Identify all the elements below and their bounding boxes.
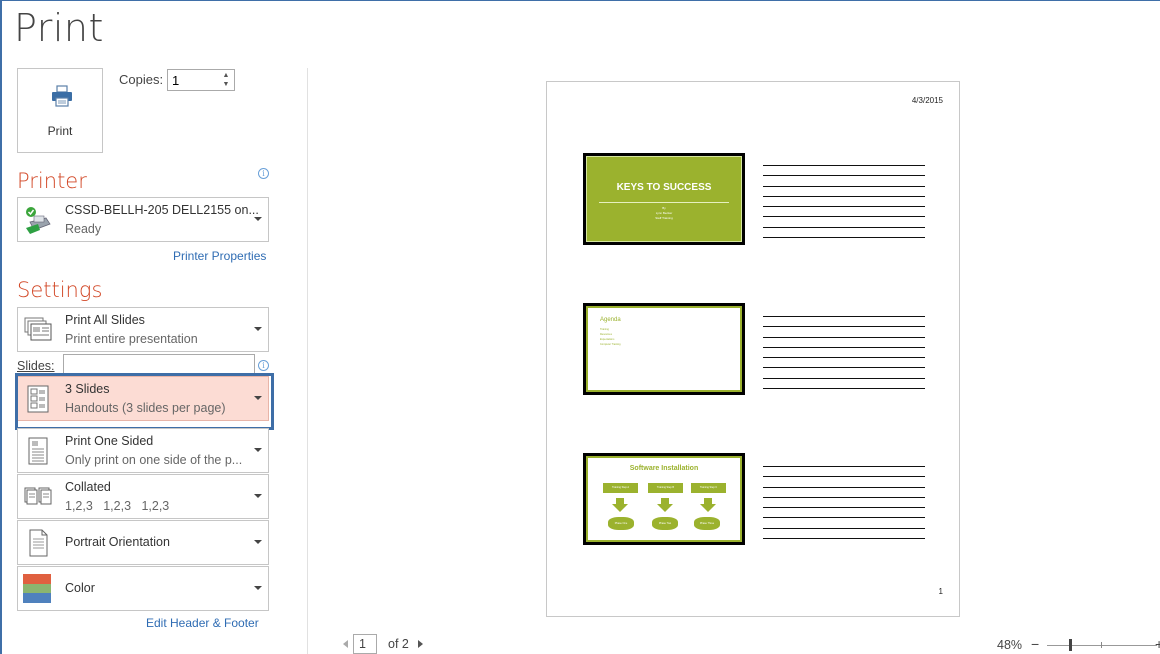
zoom-slider-midmark — [1101, 642, 1102, 648]
print-range-subtitle: Print entire presentation — [65, 332, 198, 346]
down-arrow-icon — [700, 498, 716, 512]
down-arrow-icon — [612, 498, 628, 512]
slides-info-icon[interactable]: i — [258, 360, 269, 371]
zoom-slider-track[interactable] — [1047, 645, 1157, 646]
printer-icon — [52, 85, 72, 107]
chevron-down-icon — [254, 494, 262, 498]
handouts-icon — [27, 385, 49, 413]
slide-2-bullet-3: Expectations — [600, 338, 615, 341]
slide-3-arrows — [612, 498, 716, 512]
preview-date: 4/3/2015 — [911, 96, 943, 105]
orientation-title: Portrait Orientation — [65, 535, 170, 549]
current-page-field[interactable]: 1 — [353, 634, 377, 654]
copies-field[interactable]: ▲▼ — [167, 69, 235, 91]
printer-dropdown[interactable]: CSSD-BELLH-205 DELL2155 on... Ready — [17, 197, 269, 242]
print-range-title: Print All Slides — [65, 313, 145, 327]
chevron-down-icon — [254, 448, 262, 452]
slide-thumbnail-2: Agenda Training Resources Expectations C… — [583, 303, 745, 395]
print-button[interactable]: Print — [17, 68, 103, 153]
slide-2-bullet-2: Resources — [600, 333, 612, 336]
slide-3-oval-2: Phase Two — [652, 517, 678, 530]
layout-title: 3 Slides — [65, 382, 110, 396]
slides-label: Slides: — [17, 359, 55, 373]
chevron-down-icon — [254, 586, 262, 590]
slide-1-subtitle-3: Staff Training — [655, 216, 673, 220]
slide-3-box-3: Training Step C — [691, 483, 726, 493]
all-slides-icon — [24, 317, 52, 341]
color-title: Color — [65, 581, 95, 595]
color-swatch-icon — [23, 574, 51, 603]
chevron-down-icon — [254, 327, 262, 331]
printer-properties-link[interactable]: Printer Properties — [173, 249, 266, 263]
printer-status-icon — [26, 207, 51, 234]
slide-3-oval-1: Phase One — [608, 517, 634, 530]
page-count-label: of 2 — [388, 637, 409, 651]
slides-field[interactable] — [63, 354, 255, 376]
info-icon[interactable]: i — [258, 168, 269, 179]
printer-name: CSSD-BELLH-205 DELL2155 on... — [65, 203, 259, 217]
portrait-icon — [29, 529, 48, 557]
zoom-in-button[interactable]: + — [1155, 636, 1160, 652]
panel-divider — [307, 68, 308, 654]
slide-2-bullet-4: Computer Training — [600, 343, 621, 346]
print-preview-page: 4/3/2015 KEYS TO SUCCESS By Lynn Becker … — [546, 81, 960, 617]
sides-title: Print One Sided — [65, 434, 154, 448]
slide-3-title: Software Installation — [629, 465, 699, 472]
print-button-label: Print — [47, 124, 73, 138]
one-sided-icon — [28, 437, 48, 465]
copies-spinner[interactable]: ▲ ▼ — [220, 71, 232, 89]
slide-3-box-1: Training Step A — [603, 483, 638, 493]
slide-2-title: Agenda — [600, 317, 621, 323]
chevron-down-icon — [254, 540, 262, 544]
next-page-icon[interactable] — [418, 640, 423, 648]
edit-header-footer-link[interactable]: Edit Header & Footer — [146, 616, 259, 630]
preview-page-number: 1 — [938, 587, 943, 596]
collation-subtitle: 1,2,3 1,2,3 1,2,3 — [65, 499, 170, 513]
notes-lines-3 — [763, 466, 925, 548]
slide-1-rule — [599, 202, 729, 203]
zoom-control: 48% − + — [997, 636, 1160, 652]
settings-heading: Settings — [17, 278, 103, 302]
slide-3-oval-3: Phase Three — [694, 517, 720, 530]
slide-1-subtitle-1: By — [662, 206, 666, 210]
sides-dropdown[interactable]: Print One Sided Only print on one side o… — [17, 428, 269, 473]
orientation-dropdown[interactable]: Portrait Orientation — [17, 520, 269, 565]
slide-2-bullet-1: Training — [600, 328, 609, 331]
slide-thumbnail-3: Software Installation Training Step A Tr… — [583, 453, 745, 545]
copies-input[interactable] — [168, 70, 214, 90]
sides-subtitle: Only print on one side of the p... — [65, 453, 243, 467]
layout-dropdown[interactable]: 3 Slides Handouts (3 slides per page) — [17, 376, 269, 421]
slide-1-subtitle-2: Lynn Becker — [655, 211, 673, 215]
down-arrow-icon — [657, 498, 673, 512]
zoom-slider-handle[interactable] — [1069, 639, 1072, 651]
slide-1-title: KEYS TO SUCCESS — [616, 182, 712, 193]
copies-label: Copies: — [119, 72, 164, 87]
printer-status: Ready — [65, 222, 102, 236]
print-range-dropdown[interactable]: Print All Slides Print entire presentati… — [17, 307, 269, 352]
collated-icon — [24, 487, 52, 505]
collation-title: Collated — [65, 480, 111, 494]
zoom-level: 48% — [997, 638, 1023, 652]
color-dropdown[interactable]: Color — [17, 566, 269, 611]
zoom-out-button[interactable]: − — [1031, 636, 1039, 652]
previous-page-icon[interactable] — [343, 640, 348, 648]
page-title: Print — [14, 6, 104, 50]
notes-lines-2 — [763, 316, 925, 398]
collation-dropdown[interactable]: Collated 1,2,3 1,2,3 1,2,3 — [17, 474, 269, 519]
printer-heading: Printer — [17, 169, 87, 193]
notes-lines-1 — [763, 165, 925, 247]
chevron-down-icon — [254, 396, 262, 400]
layout-subtitle: Handouts (3 slides per page) — [65, 401, 226, 415]
slides-input[interactable] — [64, 355, 254, 375]
chevron-down-icon — [254, 217, 262, 221]
slide-thumbnail-1: KEYS TO SUCCESS By Lynn Becker Staff Tra… — [583, 153, 745, 245]
slide-3-box-2: Training Step B — [648, 483, 683, 493]
